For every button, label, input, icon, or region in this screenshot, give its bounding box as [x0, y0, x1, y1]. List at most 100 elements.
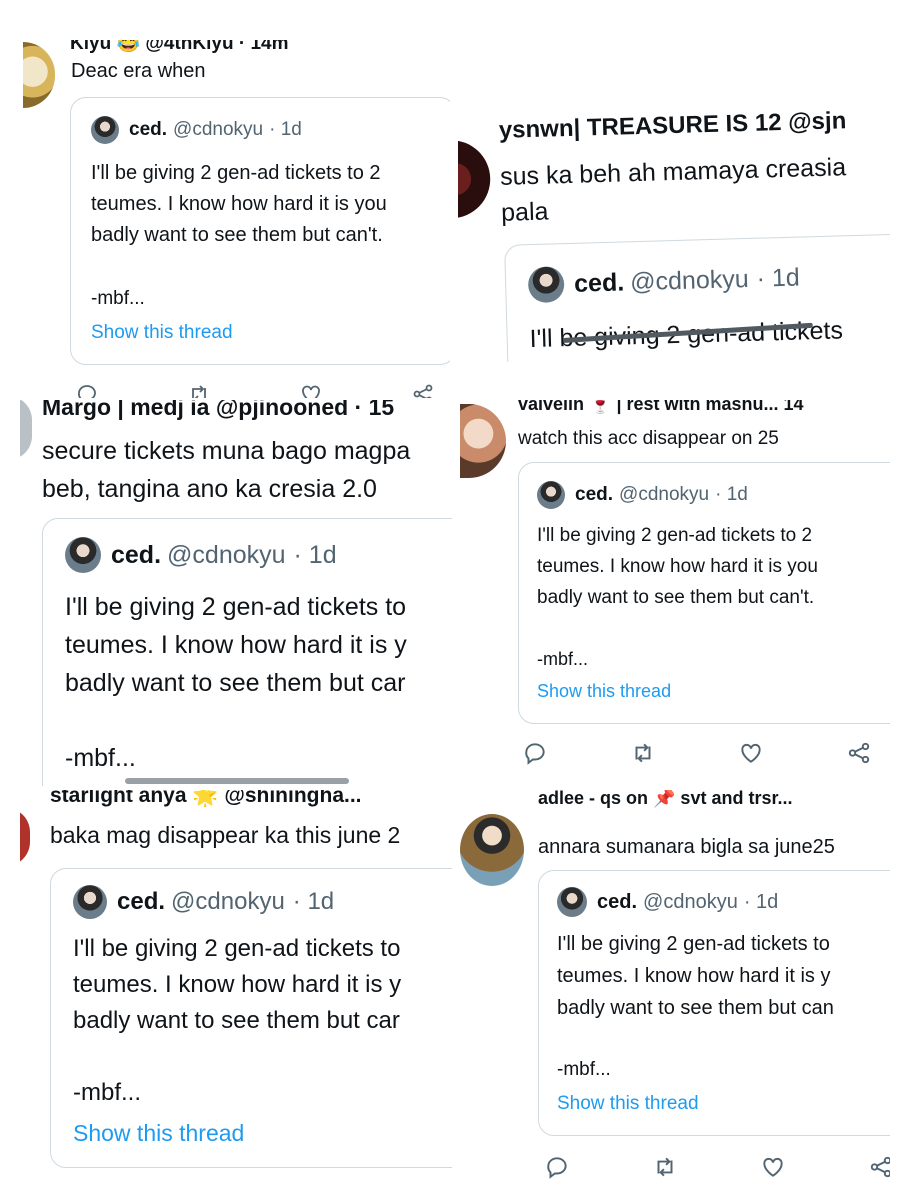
quote-tweet-card[interactable]: ced. @cdnokyu · 1d I'll be giving 2 gen-…: [538, 870, 890, 1136]
quote-text-line: teumes. I know how hard it is y: [557, 965, 831, 987]
quote-signoff: -mbf...: [537, 649, 589, 669]
share-icon[interactable]: [411, 382, 435, 398]
quote-text-line: I'll be giving 2 gen-ad tickets to 2: [537, 525, 813, 546]
tweet-header: Margo | medj ia @pjinooned · 15: [42, 400, 395, 420]
like-icon[interactable]: [760, 1154, 786, 1180]
user-avatar[interactable]: [458, 139, 492, 219]
quote-author-name: ced.: [111, 540, 162, 569]
scrollbar-thumb[interactable]: [125, 778, 349, 784]
quote-signoff: -mbf...: [91, 288, 145, 309]
reply-icon[interactable]: [544, 1154, 570, 1180]
quote-time: · 1d: [715, 484, 748, 505]
share-icon[interactable]: [868, 1154, 890, 1180]
screenshot-panel-3: Margo | medj ia @pjinooned · 15 secure t…: [20, 400, 452, 786]
quote-author-name: ced.: [117, 888, 166, 915]
quote-tweet-card[interactable]: ced. @cdnokyu · 1d I'll be giving 2 gen-…: [50, 868, 452, 1168]
quote-avatar: [91, 116, 119, 144]
quote-author-handle: @cdnokyu: [173, 119, 264, 140]
tweet-text-line: beb, tangina ano ka cresia 2.0: [42, 475, 377, 503]
quote-header: ced. @cdnokyu · 1d: [537, 481, 748, 509]
quote-signoff: -mbf...: [557, 1059, 611, 1080]
tweet-text-line: pala: [500, 197, 549, 227]
screenshot-panel-6: adlee - qs on 📌 svt and trsr... annara s…: [458, 790, 890, 1180]
quote-text-line: teumes. I know how hard it is you: [91, 193, 387, 215]
quote-avatar: [65, 537, 101, 573]
screenshot-panel-4: valvelin 🍷 | rest with mashu... 14 watch…: [458, 400, 890, 784]
quote-signoff: -mbf...: [65, 744, 136, 772]
quote-text-line: teumes. I know how hard it is y: [73, 971, 402, 998]
quote-tweet-card[interactable]: ced. @cdnokyu · 1d I'll be giving 2 gen-…: [518, 462, 890, 724]
screenshot-panel-1: Kiyu 😂 @4thKiyu · 14m Deac era when ced.…: [20, 40, 450, 398]
quote-avatar: [557, 887, 587, 917]
quote-author-handle: @cdnokyu: [619, 484, 710, 505]
quote-author-name: ced.: [575, 484, 614, 505]
tweet-actions: [522, 740, 872, 766]
quote-signoff: -mbf...: [73, 1079, 142, 1106]
quote-author-name: ced.: [597, 890, 638, 913]
quote-text-line: I'll be giving 2 gen-ad tickets to: [65, 593, 407, 621]
like-icon[interactable]: [299, 382, 323, 398]
show-thread-link[interactable]: Show this thread: [91, 322, 233, 344]
tweet-actions: [544, 1154, 890, 1180]
quote-text-line: I'll be giving 2 gen-ad tickets to: [557, 933, 830, 955]
quote-header: ced. @cdnokyu · 1d: [73, 885, 334, 919]
quote-text-line: I'll be giving 2 gen-ad tickets to: [73, 935, 401, 962]
tweet-actions: [75, 382, 435, 398]
quote-text-line: teumes. I know how hard it is you: [537, 556, 818, 577]
quote-tweet-card[interactable]: ced. @cdnokyu · 1d I'll be giving 2 gen-…: [42, 518, 452, 786]
reply-icon[interactable]: [75, 382, 99, 398]
show-thread-link[interactable]: Show this thread: [537, 681, 671, 702]
share-icon[interactable]: [846, 740, 872, 766]
tweet-text: annara sumanara bigla sa june25: [538, 836, 835, 858]
quote-author-handle: @cdnokyu: [167, 540, 286, 569]
quote-avatar: [73, 885, 107, 919]
quote-text-line: teumes. I know how hard it is y: [65, 631, 407, 659]
tweet-header: adlee - qs on 📌 svt and trsr...: [538, 790, 793, 808]
show-thread-link[interactable]: Show this thread: [73, 1120, 244, 1147]
quote-header: ced. @cdnokyu · 1d: [557, 887, 778, 917]
quote-time: · 1d: [756, 263, 801, 293]
quote-header: ced. @cdnokyu · 1d: [91, 116, 302, 144]
reply-icon[interactable]: [522, 740, 548, 766]
show-thread-link[interactable]: Show this thread: [557, 1093, 699, 1115]
screenshot-panel-5: starlight anya 🌟 @shiningha... baka mag …: [20, 790, 452, 1180]
like-icon[interactable]: [738, 740, 764, 766]
tweet-text: watch this acc disappear on 25: [518, 428, 779, 449]
tweet-text-line: secure tickets muna bago magpa: [42, 437, 411, 465]
quote-time: · 1d: [293, 540, 337, 569]
quote-author-handle: @cdnokyu: [629, 264, 750, 296]
quote-author-handle: @cdnokyu: [643, 890, 738, 913]
quote-time: · 1d: [269, 119, 302, 140]
user-avatar[interactable]: [20, 400, 32, 460]
quote-text-line: badly want to see them but car: [73, 1007, 400, 1034]
tweet-text: baka mag disappear ka this june 2: [50, 822, 401, 848]
quote-text-line: I'll be giving 2 gen-ad tickets to 2: [91, 162, 381, 184]
quote-author-name: ced.: [573, 267, 625, 298]
retweet-icon[interactable]: [652, 1154, 678, 1180]
screenshot-panel-2: ysnwn| TREASURE IS 12 @sjn sus ka beh ah…: [458, 100, 890, 362]
tweet-header: starlight anya 🌟 @shiningha...: [50, 790, 362, 807]
tweet-header: Kiyu 😂 @4thKiyu · 14m: [70, 40, 289, 54]
user-avatar[interactable]: [23, 42, 55, 108]
retweet-icon[interactable]: [630, 740, 656, 766]
user-avatar[interactable]: [20, 808, 30, 866]
quote-avatar: [527, 266, 565, 304]
quote-avatar: [537, 481, 565, 509]
quote-author-name: ced.: [129, 119, 168, 140]
tweet-text-line: sus ka beh ah mamaya creasia: [499, 153, 847, 191]
tweet-header: ysnwn| TREASURE IS 12 @sjn: [498, 107, 847, 144]
tweet-header: valvelin 🍷 | rest with mashu... 14: [518, 400, 804, 414]
quote-time: · 1d: [292, 888, 335, 915]
quote-author-handle: @cdnokyu: [171, 888, 285, 915]
quote-text-line: badly want to see them but can: [557, 997, 834, 1019]
quote-text-line: badly want to see them but can't.: [91, 224, 383, 246]
quote-header: ced. @cdnokyu · 1d: [527, 260, 801, 304]
quote-text-line: badly want to see them but can't.: [537, 587, 815, 608]
quote-tweet-card[interactable]: ced. @cdnokyu · 1d I'll be giving 2 gen-…: [70, 97, 450, 365]
user-avatar[interactable]: [460, 404, 506, 478]
user-avatar[interactable]: [460, 814, 524, 886]
quote-tweet-card[interactable]: ced. @cdnokyu · 1d I'll be giving 2 gen-…: [504, 232, 890, 362]
retweet-icon[interactable]: [187, 382, 211, 398]
tweet-text: Deac era when: [71, 60, 206, 82]
quote-text-line: badly want to see them but car: [65, 669, 406, 697]
